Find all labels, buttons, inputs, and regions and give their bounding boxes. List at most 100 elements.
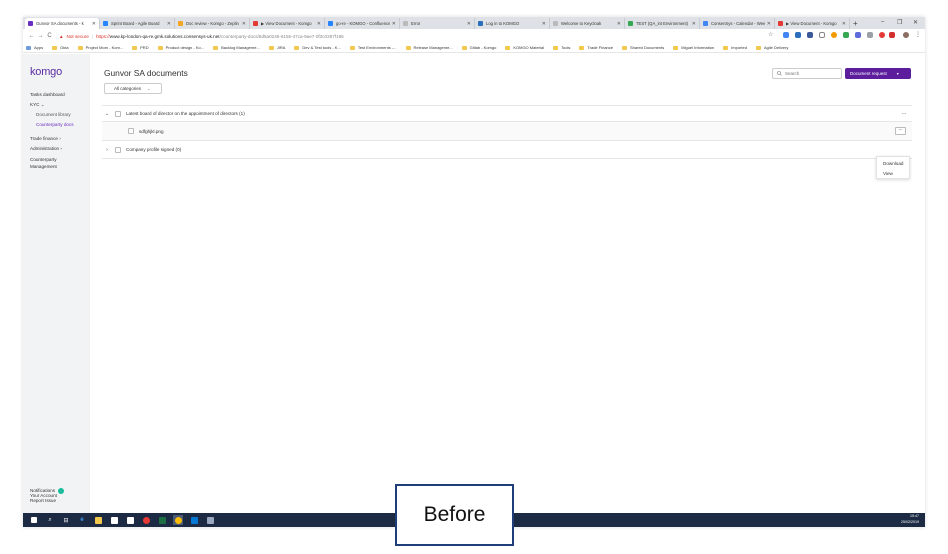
- sidebar-item-counterparty-management[interactable]: Counterparty: [30, 157, 57, 162]
- extension-icon[interactable]: [795, 32, 801, 38]
- browser-tab[interactable]: Gunvor SA documents - k ✕: [25, 18, 100, 29]
- bookmark-item[interactable]: Test Environments -...: [349, 45, 397, 50]
- profile-avatar[interactable]: [903, 32, 909, 38]
- close-icon[interactable]: ✕: [617, 21, 621, 27]
- maximize-icon[interactable]: ❐: [897, 19, 902, 26]
- extension-icon[interactable]: [879, 32, 885, 38]
- back-icon[interactable]: ←: [27, 33, 36, 39]
- category-filter-dropdown[interactable]: All categories ⌄: [104, 83, 162, 94]
- bookmark-item[interactable]: Release Manageme...: [405, 45, 453, 50]
- sidebar-item-counterparty-docs[interactable]: Counterparty docs: [36, 122, 74, 127]
- extension-icon[interactable]: [855, 32, 861, 38]
- browser-tab[interactable]: Doc review - Komgo - Zeplin ✕: [175, 18, 250, 29]
- bookmark-item[interactable]: Shared Documents: [622, 45, 664, 50]
- minimize-icon[interactable]: –: [881, 19, 884, 25]
- browser-tab[interactable]: Sprint Board - Agile Board ✕: [100, 18, 175, 29]
- close-icon[interactable]: ✕: [692, 21, 696, 27]
- bookmark-item[interactable]: Project Mom - Kom...: [77, 45, 123, 50]
- extension-icon[interactable]: [807, 32, 813, 38]
- close-icon[interactable]: ✕: [242, 21, 246, 27]
- security-status[interactable]: Not secure: [67, 34, 89, 39]
- bookmark-item[interactable]: PRD: [132, 45, 149, 50]
- close-icon[interactable]: ✕: [392, 21, 396, 27]
- group-checkbox[interactable]: [115, 110, 121, 117]
- bookmark-item[interactable]: Apps: [26, 45, 43, 50]
- close-icon[interactable]: ✕: [542, 21, 546, 27]
- your-account-link[interactable]: Your Account: [30, 493, 57, 498]
- browser-tab[interactable]: go-re - KOMGO - Confluence ✕: [325, 18, 400, 29]
- search-field[interactable]: [772, 68, 842, 79]
- more-icon[interactable]: ···: [895, 127, 906, 135]
- close-icon[interactable]: ✕: [467, 21, 471, 27]
- chevron-down-icon[interactable]: ⌄: [102, 111, 112, 117]
- extension-icon[interactable]: [889, 32, 895, 38]
- search-input[interactable]: [785, 71, 840, 76]
- windows-start-icon[interactable]: [29, 515, 39, 525]
- more-icon[interactable]: ···: [902, 111, 907, 117]
- chevron-right-icon[interactable]: ›: [102, 147, 112, 153]
- extension-icon[interactable]: [843, 32, 849, 38]
- extension-icon[interactable]: [783, 32, 789, 38]
- extension-icon[interactable]: [819, 32, 825, 38]
- sidebar-item-counterparty-management-line2[interactable]: Management: [30, 164, 57, 169]
- document-group-row[interactable]: ⌄ Latest board of director on the appoin…: [102, 105, 912, 121]
- view-menu-item[interactable]: View: [883, 171, 893, 176]
- sidebar-item-trade-finance[interactable]: Trade finance ›: [30, 136, 61, 141]
- browser-tab[interactable]: TEST (QA_int Environment) ✕: [625, 18, 700, 29]
- browser-tab[interactable]: ▶ View Document - Komgo ✕: [775, 18, 850, 29]
- menu-icon[interactable]: ⋮: [915, 31, 921, 38]
- bookmark-item[interactable]: Dev & Test tools - K...: [294, 45, 341, 50]
- search-icon[interactable]: ⌕: [45, 515, 55, 525]
- forward-icon[interactable]: →: [36, 33, 45, 39]
- bookmark-item[interactable]: Imported: [723, 45, 747, 50]
- outlook-icon[interactable]: [189, 515, 199, 525]
- close-window-icon[interactable]: ✕: [913, 19, 918, 26]
- bookmark-item[interactable]: Trade Finance: [579, 45, 613, 50]
- new-tab-button[interactable]: +: [853, 19, 858, 28]
- mail-icon[interactable]: [125, 515, 135, 525]
- task-view-icon[interactable]: ⊟: [61, 515, 71, 525]
- bookmark-item[interactable]: Backlog Manageme...: [213, 45, 260, 50]
- close-icon[interactable]: ✕: [317, 21, 321, 27]
- store-icon[interactable]: [109, 515, 119, 525]
- excel-icon[interactable]: [157, 515, 167, 525]
- document-group-row[interactable]: › Company profile signed (0): [102, 140, 912, 159]
- file-checkbox[interactable]: [128, 128, 134, 134]
- sidebar-item-administration[interactable]: Administration ›: [30, 146, 62, 151]
- chrome-icon[interactable]: [173, 515, 183, 525]
- close-icon[interactable]: ✕: [842, 21, 846, 27]
- system-clock[interactable]: 15:47 25/02/2019: [901, 514, 919, 525]
- bookmark-item[interactable]: KOMGO Material: [505, 45, 544, 50]
- browser-tab[interactable]: ▶ View Document - Komgo ✕: [250, 18, 325, 29]
- document-request-button[interactable]: Document request ▾: [845, 68, 911, 79]
- browser-tab[interactable]: Welcome to Keycloak ✕: [550, 18, 625, 29]
- app-icon[interactable]: [141, 515, 151, 525]
- sidebar-item-document-library[interactable]: Document library: [36, 112, 71, 117]
- bookmark-item[interactable]: Agile Delivery: [755, 45, 788, 50]
- reload-icon[interactable]: C: [45, 33, 54, 39]
- bookmark-item[interactable]: Okta: [52, 45, 69, 50]
- star-icon[interactable]: ☆: [768, 31, 774, 38]
- extension-icon[interactable]: [867, 32, 873, 38]
- group-checkbox[interactable]: [115, 146, 121, 153]
- close-icon[interactable]: ✕: [767, 21, 771, 27]
- bookmark-item[interactable]: Product design - Ko...: [157, 45, 204, 50]
- download-menu-item[interactable]: Download: [883, 161, 903, 166]
- url-field[interactable]: https://www.kp-london-qa-re.gmk.solution…: [96, 34, 344, 39]
- bookmark-item[interactable]: Gitlab - Komgo: [461, 45, 496, 50]
- sidebar-item-tasks-dashboard[interactable]: Tasks dashboard: [30, 92, 65, 97]
- edge-icon[interactable]: e: [77, 515, 87, 525]
- sidebar-item-kyc[interactable]: KYC ⌄: [30, 102, 45, 108]
- document-file-row[interactable]: sdfghjkl.png ···: [102, 121, 912, 140]
- report-issue-link[interactable]: Report Issue: [30, 498, 56, 503]
- browser-tab[interactable]: ConsenSys - Calendar - Week ✕: [700, 18, 775, 29]
- bookmark-item[interactable]: Tools: [553, 45, 570, 50]
- close-icon[interactable]: ✕: [167, 21, 171, 27]
- file-explorer-icon[interactable]: [93, 515, 103, 525]
- bookmark-item[interactable]: JIRA: [268, 45, 285, 50]
- browser-tab[interactable]: Error ✕: [400, 18, 475, 29]
- app-icon[interactable]: [205, 515, 215, 525]
- extension-icon[interactable]: [831, 32, 837, 38]
- komgo-logo[interactable]: komgo: [30, 66, 62, 78]
- browser-tab[interactable]: Log in to KOMGO ✕: [475, 18, 550, 29]
